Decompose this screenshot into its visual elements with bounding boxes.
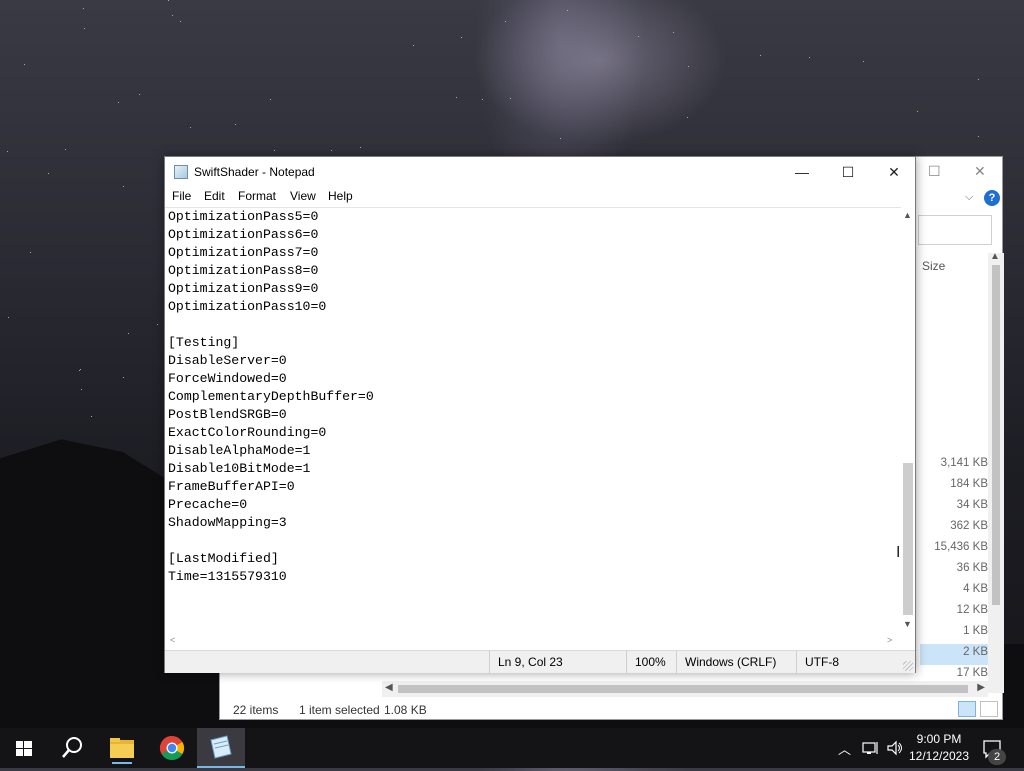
scrollbar-thumb[interactable] (398, 685, 968, 693)
volume-icon[interactable] (886, 740, 904, 756)
text-editor[interactable]: OptimizationPass5=0 OptimizationPass6=0 … (165, 207, 901, 635)
cursor-position: Ln 9, Col 23 (489, 651, 626, 673)
scroll-right-icon[interactable]: ▶ (977, 682, 985, 693)
network-icon[interactable] (862, 740, 880, 756)
selection-count: 1 item selected (299, 703, 380, 717)
notepad-icon (210, 735, 232, 759)
search-input[interactable] (918, 215, 992, 245)
close-button[interactable]: ✕ (871, 157, 917, 187)
list-item[interactable]: 36 KB (920, 560, 988, 581)
taskbar: ︿ 9:00 PM 12/12/2023 2 (0, 728, 1024, 768)
list-item[interactable]: 4 KB (920, 581, 988, 602)
large-icons-view-icon[interactable] (980, 701, 998, 717)
chevron-down-icon[interactable]: ⌵ (965, 191, 973, 204)
explorer-close-icon[interactable]: ✕ (974, 163, 986, 180)
list-item-selected[interactable]: 2 KB (920, 644, 988, 665)
resize-grip[interactable] (903, 661, 913, 671)
start-button[interactable] (0, 728, 48, 768)
line-ending: Windows (CRLF) (676, 651, 796, 673)
vertical-scrollbar[interactable]: ▲ ▼ (901, 207, 915, 634)
text-cursor-icon: I (896, 544, 901, 561)
folder-icon (110, 738, 134, 764)
list-item[interactable]: 3,141 KB (920, 455, 988, 476)
scroll-left-icon[interactable]: < (170, 635, 175, 645)
chevron-up-icon[interactable]: ︿ (838, 739, 851, 758)
scroll-left-icon[interactable]: ◀ (385, 682, 393, 693)
scroll-right-icon[interactable]: > (887, 635, 892, 645)
notepad-window[interactable]: SwiftShader - Notepad — ☐ ✕ File Edit Fo… (164, 156, 916, 673)
taskbar-file-explorer[interactable] (98, 728, 146, 768)
explorer-vertical-scrollbar[interactable]: ▲ (988, 251, 1004, 693)
title-bar[interactable]: SwiftShader - Notepad — ☐ ✕ (165, 157, 915, 187)
search-icon (62, 737, 82, 758)
menu-bar: File Edit Format View Help (165, 187, 915, 207)
column-header-size[interactable]: Size (922, 259, 945, 273)
notification-count-badge: 2 (988, 749, 1006, 765)
menu-help[interactable]: Help (328, 189, 353, 203)
menu-format[interactable]: Format (238, 189, 276, 203)
menu-file[interactable]: File (172, 189, 191, 203)
help-icon[interactable]: ? (984, 190, 1000, 206)
list-item[interactable]: 34 KB (920, 497, 988, 518)
explorer-status-bar: 22 items 1 item selected 1.08 KB (220, 699, 1002, 721)
search-button[interactable] (48, 728, 96, 768)
scrollbar-thumb[interactable] (903, 463, 913, 615)
chrome-icon (159, 736, 185, 761)
clock-time[interactable]: 9:00 PM (910, 732, 968, 746)
taskbar-notepad[interactable] (197, 728, 245, 768)
size-column: 3,141 KB 184 KB 34 KB 362 KB 15,436 KB 3… (920, 455, 988, 686)
window-title: SwiftShader - Notepad (194, 165, 315, 179)
explorer-horizontal-scrollbar[interactable]: ◀ ▶ (382, 681, 988, 697)
list-item[interactable]: 362 KB (920, 518, 988, 539)
details-view-icon[interactable] (958, 701, 976, 717)
scroll-down-icon[interactable]: ▼ (903, 619, 912, 629)
notepad-icon (174, 165, 188, 179)
selection-size: 1.08 KB (384, 703, 427, 717)
explorer-maximize-icon[interactable]: ☐ (928, 163, 941, 180)
scroll-up-icon[interactable]: ▲ (990, 251, 1000, 262)
maximize-button[interactable]: ☐ (825, 157, 871, 187)
status-bar: Ln 9, Col 23 100% Windows (CRLF) UTF-8 (165, 650, 915, 673)
zoom-level: 100% (626, 651, 676, 673)
menu-view[interactable]: View (290, 189, 316, 203)
taskbar-chrome[interactable] (148, 728, 196, 768)
list-item[interactable]: 12 KB (920, 602, 988, 623)
windows-logo-icon (16, 741, 32, 756)
list-item[interactable]: 15,436 KB (920, 539, 988, 560)
menu-edit[interactable]: Edit (204, 189, 225, 203)
list-item[interactable]: 184 KB (920, 476, 988, 497)
minimize-button[interactable]: — (779, 157, 825, 187)
list-item[interactable]: 1 KB (920, 623, 988, 644)
clock-date[interactable]: 12/12/2023 (906, 749, 972, 763)
item-count: 22 items (233, 703, 279, 717)
scrollbar-thumb[interactable] (992, 265, 1000, 605)
encoding: UTF-8 (796, 651, 902, 673)
horizontal-scrollbar[interactable]: < > (165, 634, 901, 648)
document-text[interactable]: OptimizationPass5=0 OptimizationPass6=0 … (165, 208, 901, 586)
scroll-up-icon[interactable]: ▲ (903, 210, 912, 220)
